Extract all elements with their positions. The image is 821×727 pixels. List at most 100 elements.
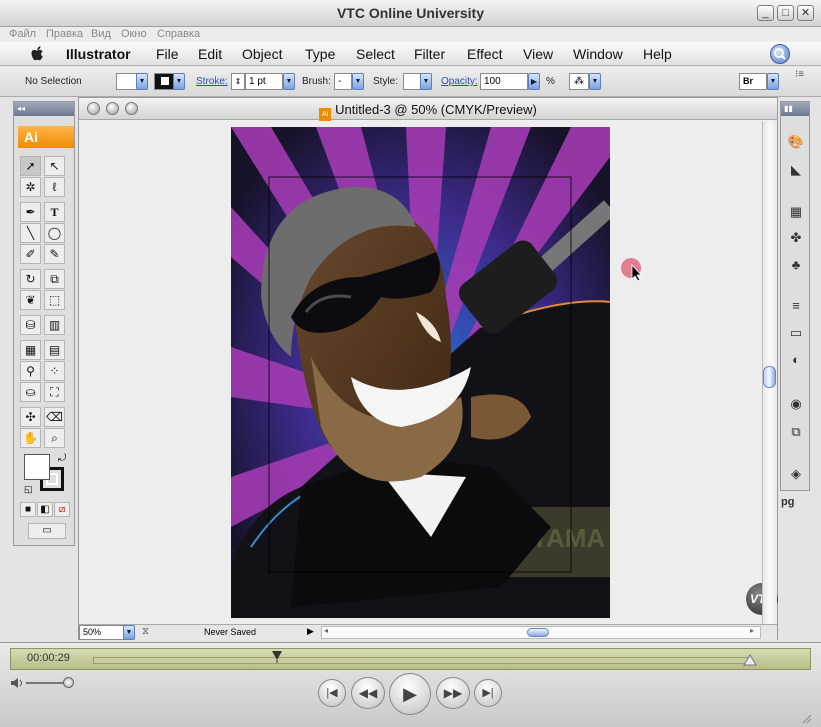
style-dropdown-icon[interactable]: ▼ [420,73,432,90]
rotate-tool-icon[interactable]: ↻ [20,269,41,289]
menu-help-ru[interactable]: Справка [157,28,200,40]
swap-fill-stroke-icon[interactable]: ⤾ [58,453,66,464]
screen-mode-icon[interactable]: ▭ [28,523,66,539]
opacity-slider-icon[interactable]: ▶ [528,73,540,90]
selection-tool-icon[interactable]: ➚ [20,156,41,176]
pen-tool-icon[interactable]: ✒ [20,202,41,222]
playhead-icon[interactable] [272,651,283,663]
paintbrush-tool-icon[interactable]: ✐ [20,244,41,264]
zoom-dropdown-icon[interactable]: ▼ [123,625,135,640]
bridge-button[interactable]: Br [739,73,767,90]
stroke-stepper-icon[interactable]: ⇕ [231,73,245,90]
panel-dock-header[interactable]: ▮▮ [781,102,809,116]
fill-color-box[interactable] [24,454,50,480]
stroke-label[interactable]: Stroke: [196,76,228,87]
opacity-label[interactable]: Opacity: [441,76,478,87]
timeline-bar[interactable]: 00:00:29 [10,648,811,670]
menu-effect[interactable]: Effect [467,46,503,62]
line-tool-icon[interactable]: ╲ [20,223,41,243]
mesh-tool-icon[interactable]: ▦ [20,340,41,360]
fill-swatch[interactable] [116,73,138,90]
color-guide-panel-icon[interactable]: ◣ [785,160,807,180]
menu-type[interactable]: Type [305,46,335,62]
graphic-styles-panel-icon[interactable]: ⧉ [785,422,807,442]
appearance-panel-icon[interactable]: ◉ [785,394,807,414]
scroll-left-icon[interactable]: ◂ [324,626,328,635]
opacity-input[interactable]: 100 [480,73,528,90]
swatches-panel-icon[interactable]: ▦ [785,202,807,222]
volume-knob[interactable] [63,677,74,688]
horizontal-scroll-thumb[interactable] [527,628,549,637]
fill-dropdown-icon[interactable]: ▼ [136,73,148,90]
free-transform-tool-icon[interactable]: ⬚ [44,290,65,310]
resize-grip-icon[interactable] [800,712,812,724]
color-panel-icon[interactable]: 🎨 [785,132,807,152]
menu-view[interactable]: View [523,46,553,62]
app-name-menu[interactable]: Illustrator [66,46,131,62]
minimize-button[interactable]: _ [757,5,774,21]
spotlight-search-icon[interactable] [770,44,790,64]
menu-object[interactable]: Object [242,46,282,62]
menu-filter[interactable]: Filter [414,46,445,62]
vertical-scroll-thumb[interactable] [763,366,776,388]
volume-icon[interactable] [10,677,24,689]
horizontal-scrollbar[interactable]: ◂ ▸ [321,626,761,639]
document-title-bar[interactable]: Ai Untitled-3 @ 50% (CMYK/Preview) [79,98,777,121]
menu-edit[interactable]: Edit [198,46,222,62]
layers-panel-icon[interactable]: ◈ [785,464,807,484]
menu-window[interactable]: Window [573,46,623,62]
slice-tool-icon[interactable]: ✣ [20,407,41,427]
default-colors-icon[interactable]: ◱ [24,484,33,495]
stroke-swatch-dropdown-icon[interactable]: ▼ [173,73,185,90]
vertical-scrollbar[interactable] [762,121,777,624]
brush-dropdown-icon[interactable]: ▼ [352,73,364,90]
hand-tool-icon[interactable]: ✋ [20,428,41,448]
artboard-canvas[interactable]: YAMA VTC [79,121,778,626]
stroke-weight-input[interactable]: 1 pt [245,73,283,90]
stroke-swatch[interactable] [154,73,174,90]
fast-forward-button[interactable]: ▶▶ [436,677,470,709]
live-paint-selection-tool-icon[interactable]: ⛶ [44,382,65,402]
stroke-weight-dropdown-icon[interactable]: ▼ [283,73,295,90]
close-button[interactable]: ✕ [797,5,814,21]
brushes-panel-icon[interactable]: ✤ [785,228,807,248]
menu-file[interactable]: File [156,46,179,62]
blend-tool-icon[interactable]: ⁘ [44,361,65,381]
live-paint-bucket-tool-icon[interactable]: ⛀ [20,382,41,402]
lasso-tool-icon[interactable]: ℓ [44,177,65,197]
menu-file-ru[interactable]: Файл [9,28,36,40]
color-mode-icon[interactable]: ■ [20,502,36,517]
apple-icon[interactable] [31,46,45,62]
timeline-end-marker-icon[interactable] [743,654,757,666]
direct-selection-tool-icon[interactable]: ↖ [44,156,65,176]
symbols-panel-icon[interactable]: ♣ [785,255,807,275]
menu-select[interactable]: Select [356,46,395,62]
ellipse-tool-icon[interactable]: ◯ [44,223,65,243]
symbol-sprayer-tool-icon[interactable]: ⛁ [20,315,41,335]
zoom-level-field[interactable]: 50% [79,625,124,640]
menu-window-ru[interactable]: Окно [121,28,147,40]
gradient-panel-icon[interactable]: ▭ [785,323,807,343]
play-button[interactable]: ▶ [389,673,431,715]
transparency-panel-icon[interactable]: ◐ [785,350,807,370]
rewind-button[interactable]: ◀◀ [351,677,385,709]
gradient-tool-icon[interactable]: ▤ [44,340,65,360]
maximize-button[interactable]: □ [777,5,794,21]
isolate-icon[interactable]: ⁂ [569,73,589,90]
timeline-track[interactable] [93,657,751,664]
menu-help[interactable]: Help [643,46,672,62]
brush-field[interactable]: - [334,73,352,90]
column-graph-tool-icon[interactable]: ▥ [44,315,65,335]
skip-to-start-button[interactable]: |◀ [318,679,346,707]
status-arrow-icon[interactable]: ▶ [307,626,314,637]
menu-view-ru[interactable]: Вид [91,28,111,40]
warp-tool-icon[interactable]: ❦ [20,290,41,310]
magic-wand-tool-icon[interactable]: ✲ [20,177,41,197]
eraser-tool-icon[interactable]: ⌫ [44,407,65,427]
skip-to-end-button[interactable]: ▶| [474,679,502,707]
isolate-dropdown-icon[interactable]: ▼ [589,73,601,90]
bridge-dropdown-icon[interactable]: ▼ [767,73,779,90]
menu-edit-ru[interactable]: Правка [46,28,83,40]
gradient-mode-icon[interactable]: ◧ [37,502,53,517]
eyedropper-tool-icon[interactable]: ⚲ [20,361,41,381]
